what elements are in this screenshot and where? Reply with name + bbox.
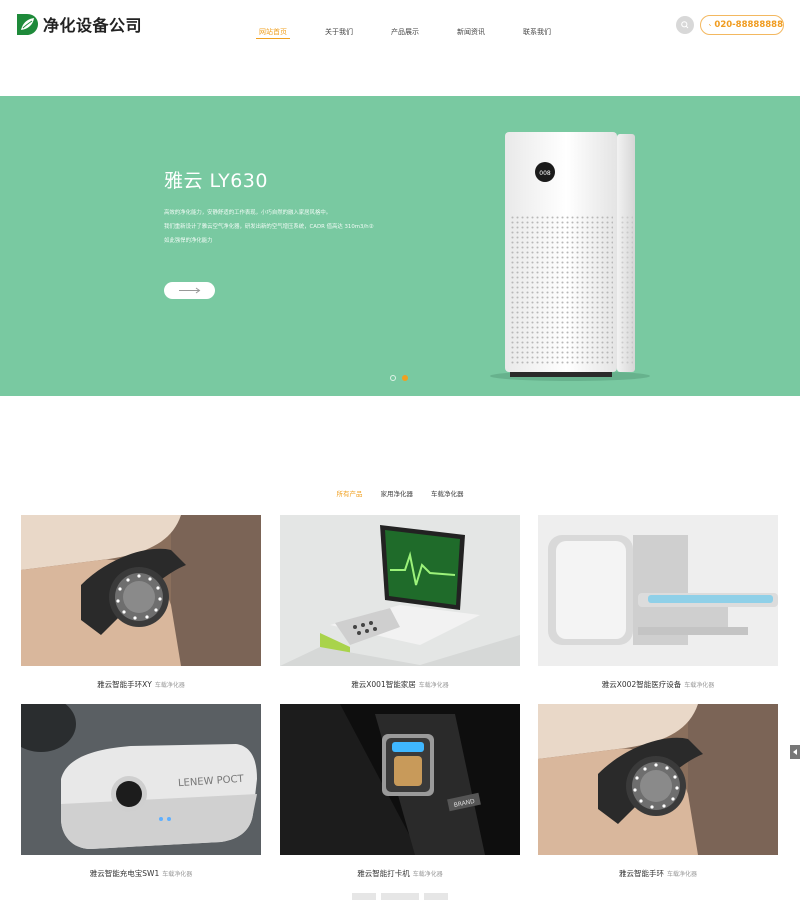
product-image[interactable]	[538, 515, 778, 666]
product-name[interactable]: 雅云X002智能医疗设备	[602, 680, 681, 689]
nav-item-contact[interactable]: 联系我们	[504, 0, 570, 50]
page: 净化设备公司 网站首页 关于我们 产品展示 新闻资讯 联系我们 020-8888…	[0, 0, 800, 900]
banner-description-line: 如此强悍的净化能力	[164, 238, 213, 244]
power-bank-image: LENEW POCT	[21, 704, 261, 855]
pagination-item[interactable]	[381, 893, 419, 900]
product-card[interactable]: 雅云智能手环XY 车载净化器	[21, 515, 261, 695]
product-caption: 雅云智能打卡机 车载净化器	[280, 861, 520, 880]
product-category: 车载净化器	[684, 682, 715, 689]
product-caption: 雅云X001智能家居 车载净化器	[280, 672, 520, 691]
pagination-item[interactable]	[352, 893, 376, 900]
slide-dot-2[interactable]	[402, 375, 408, 381]
smart-band-wrist-image	[538, 704, 778, 855]
nav-item-home[interactable]: 网站首页	[240, 0, 306, 50]
product-card[interactable]: 雅云智能手环 车载净化器	[538, 704, 778, 884]
phone-icon	[709, 24, 712, 26]
product-caption: 雅云智能手环XY 车载净化器	[21, 672, 261, 691]
product-name[interactable]: 雅云智能手环XY	[97, 680, 152, 689]
product-image[interactable]	[21, 515, 261, 666]
product-image[interactable]: LENEW POCT	[21, 704, 261, 855]
banner-more-button[interactable]	[164, 282, 215, 299]
product-card[interactable]: BRAND 雅云智能打卡机 车载净化器	[280, 704, 520, 884]
tab-home-purifier[interactable]: 家用净化器	[381, 488, 414, 498]
pagination-item[interactable]	[424, 893, 448, 900]
side-panel-toggle[interactable]	[790, 745, 800, 759]
product-category: 车载净化器	[418, 682, 449, 689]
product-name[interactable]: 雅云智能打卡机	[357, 869, 410, 878]
smart-band-wrist-image	[21, 515, 261, 666]
product-card[interactable]: 雅云X001智能家居 车载净化器	[280, 515, 520, 695]
product-tabs: 所有产品 家用净化器 车载净化器	[0, 488, 800, 498]
medical-scanner-image	[538, 515, 778, 666]
logo[interactable]: 净化设备公司	[14, 10, 142, 38]
product-card[interactable]: LENEW POCT 雅云智能充电宝SW1 车载净化器	[21, 704, 261, 884]
banner-description-line: 高效的净化能力，安静舒适的工作表现，小巧自然的融入家居风格中。	[164, 210, 332, 216]
air-purifier-image: 008	[490, 132, 650, 381]
tab-car-purifier[interactable]: 车载净化器	[431, 488, 464, 498]
nav-item-products[interactable]: 产品展示	[372, 0, 438, 50]
product-card[interactable]: 雅云X002智能医疗设备 车载净化器	[538, 515, 778, 695]
product-category: 车载净化器	[162, 871, 193, 878]
ultrasound-console-image	[280, 515, 520, 666]
slide-dot-1[interactable]	[390, 375, 396, 381]
product-caption: 雅云智能充电宝SW1 车载净化器	[21, 861, 261, 880]
product-image[interactable]	[280, 515, 520, 666]
product-image[interactable]: BRAND	[280, 704, 520, 855]
hero-banner: 雅云 LY630 高效的净化能力，安静舒适的工作表现，小巧自然的融入家居风格中。…	[0, 96, 800, 396]
product-image[interactable]	[538, 704, 778, 855]
product-caption: 雅云智能手环 车载净化器	[538, 861, 778, 880]
main-nav: 网站首页 关于我们 产品展示 新闻资讯 联系我们	[240, 0, 570, 50]
product-name[interactable]: 雅云X001智能家居	[351, 680, 415, 689]
search-icon	[681, 21, 689, 29]
nav-item-about[interactable]: 关于我们	[306, 0, 372, 50]
nav-item-news[interactable]: 新闻资讯	[438, 0, 504, 50]
logo-text: 净化设备公司	[43, 16, 143, 35]
phone-number: 020-88888888	[714, 20, 783, 30]
product-category: 车载净化器	[154, 682, 185, 689]
product-caption: 雅云X002智能医疗设备 车载净化器	[538, 672, 778, 691]
purifier-display-text: 008	[539, 170, 551, 177]
arrow-right-icon	[179, 287, 201, 294]
product-category: 车载净化器	[412, 871, 443, 878]
leaf-logo-icon	[17, 14, 38, 35]
banner-title: 雅云 LY630	[164, 170, 268, 192]
product-name[interactable]: 雅云智能手环	[619, 869, 664, 878]
search-button[interactable]	[676, 16, 694, 34]
site-header: 净化设备公司 网站首页 关于我们 产品展示 新闻资讯 联系我们 020-8888…	[0, 0, 800, 50]
tab-all-products[interactable]: 所有产品	[337, 488, 363, 498]
fingerprint-scanner-image: BRAND	[280, 704, 520, 855]
phone-hotline[interactable]: 020-88888888	[700, 15, 784, 35]
product-category: 车载净化器	[666, 871, 697, 878]
banner-description-line: 我们重新设计了雅云空气净化器，研发出新的空气增压系统，CADR 值高达 310m…	[164, 224, 374, 230]
product-name[interactable]: 雅云智能充电宝SW1	[90, 869, 159, 878]
